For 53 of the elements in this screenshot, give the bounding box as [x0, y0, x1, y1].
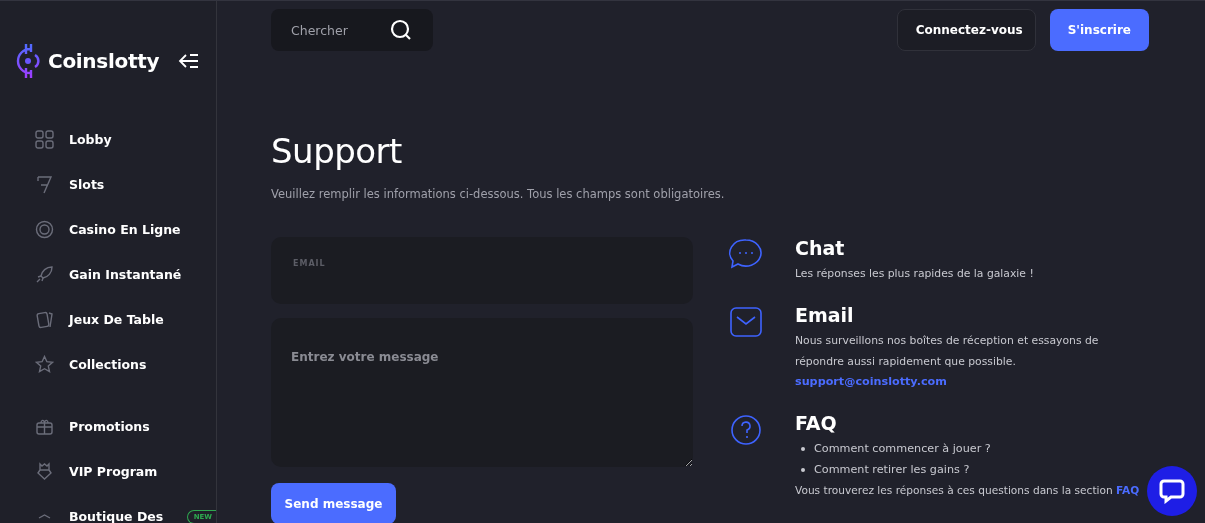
send-message-button[interactable]: Send message [271, 483, 396, 523]
email-link[interactable]: support@coinslotty.com [795, 372, 1125, 392]
sidebar-item-label: Slots [69, 177, 105, 192]
sidebar-item-label: Boutique Des [69, 509, 164, 523]
sidebar-item[interactable]: VIP Program [0, 449, 216, 494]
login-button[interactable]: Connectez-vous [896, 9, 1036, 51]
contact-title: Chat [795, 237, 846, 259]
rocket-icon [35, 265, 54, 284]
sidebar-item-label: VIP Program [69, 464, 158, 479]
gift-icon [35, 417, 54, 436]
sidebar-item-label: Promotions [69, 419, 150, 434]
faq-link[interactable]: FAQ [1116, 484, 1140, 496]
search-field[interactable]: Chercher [271, 9, 433, 51]
signup-button[interactable]: S'inscrire [1049, 9, 1149, 51]
sidebar-item[interactable]: Promotions [0, 404, 216, 449]
star-icon [35, 355, 54, 374]
grid-icon [35, 130, 54, 149]
faq-note: Vous trouverez les réponses à ces questions dans la section FAQ [795, 483, 1140, 498]
envelope-icon [728, 304, 764, 340]
faq-question: Comment commencer à jouer ? [814, 442, 991, 455]
sidebar-item[interactable]: Collections [0, 342, 216, 387]
sidebar-item-label: Jeux De Table [69, 312, 164, 327]
collapse-menu-icon[interactable] [178, 53, 200, 69]
sidebar-item[interactable]: Gain Instantané [0, 252, 216, 297]
message-field[interactable]: Entrez votre message [271, 318, 693, 467]
email-field[interactable]: EMAIL [271, 237, 693, 304]
sidebar-item[interactable]: Lobby [0, 117, 216, 162]
help-icon [728, 412, 764, 448]
faq-question: Comment retirer les gains ? [814, 463, 970, 476]
bullet-icon [801, 446, 805, 451]
chat-bubble-icon [1159, 478, 1185, 504]
bullet-icon [801, 467, 805, 472]
crown-shield-icon [35, 462, 54, 481]
chat-widget-button[interactable] [1147, 466, 1197, 516]
logo-icon [16, 43, 40, 79]
sidebar-item-label: Collections [69, 357, 147, 372]
sidebar-item[interactable]: Slots [0, 162, 216, 207]
logo-text[interactable]: Coinslotty [48, 49, 160, 73]
contact-title: FAQ [795, 412, 838, 434]
sidebar-item[interactable]: Jeux De Table [0, 297, 216, 342]
page-title: Support [271, 131, 403, 171]
sidebar-item-label: Gain Instantané [69, 267, 182, 282]
search-icon[interactable] [390, 19, 412, 41]
contact-title: Email [795, 304, 855, 326]
contact-description: Nous surveillons nos boîtes de réception et essayons de répondre aussi rapidement que possible. [795, 333, 1100, 370]
contact-description: Les réponses les plus rapides de la galaxie ! [795, 266, 1035, 282]
seven-icon [35, 175, 54, 194]
chip-icon [35, 220, 54, 239]
page-subtitle: Veuillez remplir les informations ci-dessous. Tous les champs sont obligatoires. [271, 187, 726, 201]
cards-icon [35, 310, 54, 329]
sidebar-item-label: Casino En Ligne [69, 222, 181, 237]
sidebar-item[interactable]: Casino En Ligne [0, 207, 216, 252]
sidebar-item-label: Lobby [69, 132, 112, 147]
